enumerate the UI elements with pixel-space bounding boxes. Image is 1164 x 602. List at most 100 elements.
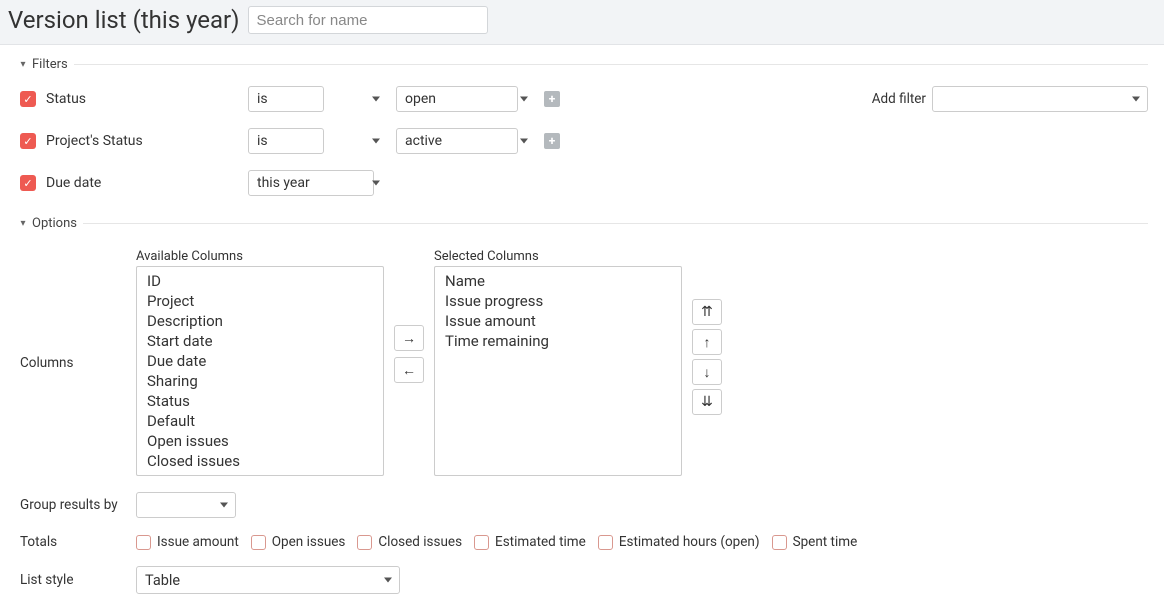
move-right-button[interactable]: → bbox=[394, 325, 424, 351]
columns-row: Columns Available Columns IDProjectDescr… bbox=[20, 241, 1148, 484]
list-item[interactable]: Sharing bbox=[147, 371, 383, 391]
filter-check-project-status[interactable]: ✓ Project's Status bbox=[20, 133, 240, 149]
list-item[interactable]: Start date bbox=[147, 331, 383, 351]
filter-value-text: active bbox=[405, 133, 442, 149]
totals-checkbox[interactable]: Spent time bbox=[772, 534, 858, 550]
arrow-left-icon: ← bbox=[402, 362, 416, 379]
checkbox-icon bbox=[357, 535, 372, 550]
move-up-button[interactable]: ↑ bbox=[692, 329, 722, 355]
arrow-right-icon: → bbox=[402, 330, 416, 347]
totals-label: Totals bbox=[20, 534, 120, 550]
totals-checkbox[interactable]: Issue amount bbox=[136, 534, 239, 550]
section-divider bbox=[16, 223, 1148, 224]
totals-checkbox[interactable]: Open issues bbox=[251, 534, 346, 550]
arrow-double-down-icon: ⇊ bbox=[701, 394, 713, 410]
filter-field-label: Project's Status bbox=[46, 133, 143, 149]
totals-row: Totals Issue amount Open issues Closed iss… bbox=[20, 526, 1148, 558]
section-divider bbox=[16, 64, 1148, 65]
filter-field-label: Due date bbox=[46, 175, 101, 191]
filter-operator-value: is bbox=[257, 133, 268, 149]
filter-add-value-status[interactable]: + bbox=[544, 91, 560, 107]
filter-operator-value: is bbox=[257, 91, 268, 107]
search-input[interactable] bbox=[248, 6, 488, 34]
filter-check-due-date[interactable]: ✓ Due date bbox=[20, 175, 240, 191]
filter-operator-due-date[interactable]: this year bbox=[248, 170, 374, 196]
columns-label: Columns bbox=[20, 355, 120, 371]
list-item[interactable]: Name bbox=[445, 271, 681, 291]
options-legend-label: Options bbox=[32, 216, 77, 231]
checkbox-icon bbox=[474, 535, 489, 550]
checkmark-icon: ✓ bbox=[20, 133, 36, 149]
available-columns-caption: Available Columns bbox=[136, 249, 384, 264]
selected-columns-caption: Selected Columns bbox=[434, 249, 682, 264]
list-item[interactable]: ID bbox=[147, 271, 383, 291]
selected-columns-list[interactable]: NameIssue progressIssue amountTime remai… bbox=[434, 266, 682, 476]
checkmark-icon: ✓ bbox=[20, 175, 36, 191]
move-bottom-button[interactable]: ⇊ bbox=[692, 389, 722, 415]
options-toggle[interactable]: ▾ Options bbox=[16, 216, 83, 231]
move-left-button[interactable]: ← bbox=[394, 357, 424, 383]
checkbox-icon bbox=[598, 535, 613, 550]
column-move-buttons: → ← bbox=[394, 325, 424, 383]
list-item[interactable]: Closed issues bbox=[147, 451, 383, 471]
filter-value-text: open bbox=[405, 91, 436, 107]
filter-operator-value: this year bbox=[257, 175, 310, 191]
filters-toggle[interactable]: ▾ Filters bbox=[16, 57, 74, 72]
checkmark-icon: ✓ bbox=[20, 91, 36, 107]
filters-legend-label: Filters bbox=[32, 57, 68, 72]
list-item[interactable]: Issue amount bbox=[445, 311, 681, 331]
list-style-value: Table bbox=[145, 572, 180, 589]
page-title: Version list (this year) bbox=[8, 6, 240, 34]
filter-value-project-status[interactable]: active bbox=[396, 128, 518, 154]
list-item[interactable]: Status bbox=[147, 391, 383, 411]
totals-options: Issue amount Open issues Closed issues Esti… bbox=[136, 534, 1148, 550]
list-style-label: List style bbox=[20, 572, 120, 588]
move-top-button[interactable]: ⇈ bbox=[692, 299, 722, 325]
totals-checkbox[interactable]: Closed issues bbox=[357, 534, 462, 550]
filter-row-due-date: ✓ Due date this year bbox=[20, 162, 1148, 204]
filters-body: ✓ Status is open + Add filter bbox=[16, 72, 1148, 204]
filter-row-status: ✓ Status is open + Add filter bbox=[20, 78, 1148, 120]
filter-row-project-status: ✓ Project's Status is active + bbox=[20, 120, 1148, 162]
arrow-double-up-icon: ⇈ bbox=[701, 304, 713, 320]
checkbox-icon bbox=[136, 535, 151, 550]
selected-columns-block: Selected Columns NameIssue progressIssue… bbox=[434, 249, 682, 476]
group-by-select[interactable] bbox=[136, 492, 236, 518]
move-down-button[interactable]: ↓ bbox=[692, 359, 722, 385]
totals-option-label: Estimated time bbox=[495, 534, 586, 550]
list-item[interactable]: Default bbox=[147, 411, 383, 431]
chevron-down-icon: ▾ bbox=[16, 218, 30, 229]
list-item[interactable]: Due date bbox=[147, 351, 383, 371]
totals-option-label: Open issues bbox=[272, 534, 346, 550]
options-section: ▾ Options Columns Available Columns IDPr… bbox=[16, 214, 1148, 602]
list-style-select[interactable]: Table bbox=[136, 566, 400, 594]
filter-check-status[interactable]: ✓ Status bbox=[20, 91, 240, 107]
list-item[interactable]: Time remaining bbox=[445, 331, 681, 351]
add-filter-label: Add filter bbox=[872, 91, 926, 107]
available-columns-block: Available Columns IDProjectDescriptionSt… bbox=[136, 249, 384, 476]
list-item[interactable]: Project bbox=[147, 291, 383, 311]
list-item[interactable]: Open issues bbox=[147, 431, 383, 451]
filter-value-status[interactable]: open bbox=[396, 86, 518, 112]
list-item[interactable]: Issue progress bbox=[445, 291, 681, 311]
totals-checkbox[interactable]: Estimated hours (open) bbox=[598, 534, 760, 550]
totals-option-label: Issue amount bbox=[157, 534, 239, 550]
list-item[interactable]: Description bbox=[147, 311, 383, 331]
totals-checkbox[interactable]: Estimated time bbox=[474, 534, 586, 550]
column-order-buttons: ⇈ ↑ ↓ ⇊ bbox=[692, 299, 722, 415]
add-filter-select[interactable] bbox=[932, 86, 1148, 112]
filter-add-value-project-status[interactable]: + bbox=[544, 133, 560, 149]
arrow-down-icon: ↓ bbox=[704, 364, 711, 381]
available-columns-list[interactable]: IDProjectDescriptionStart dateDue dateSh… bbox=[136, 266, 384, 476]
add-filter-cell: Add filter bbox=[582, 86, 1148, 112]
filter-operator-project-status[interactable]: is bbox=[248, 128, 324, 154]
chevron-down-icon: ▾ bbox=[16, 59, 30, 70]
totals-option-label: Spent time bbox=[793, 534, 858, 550]
group-by-row: Group results by bbox=[20, 484, 1148, 526]
totals-option-label: Closed issues bbox=[378, 534, 462, 550]
totals-option-label: Estimated hours (open) bbox=[619, 534, 760, 550]
arrow-up-icon: ↑ bbox=[704, 334, 711, 351]
filter-operator-status[interactable]: is bbox=[248, 86, 324, 112]
group-by-label: Group results by bbox=[20, 497, 120, 513]
checkbox-icon bbox=[251, 535, 266, 550]
